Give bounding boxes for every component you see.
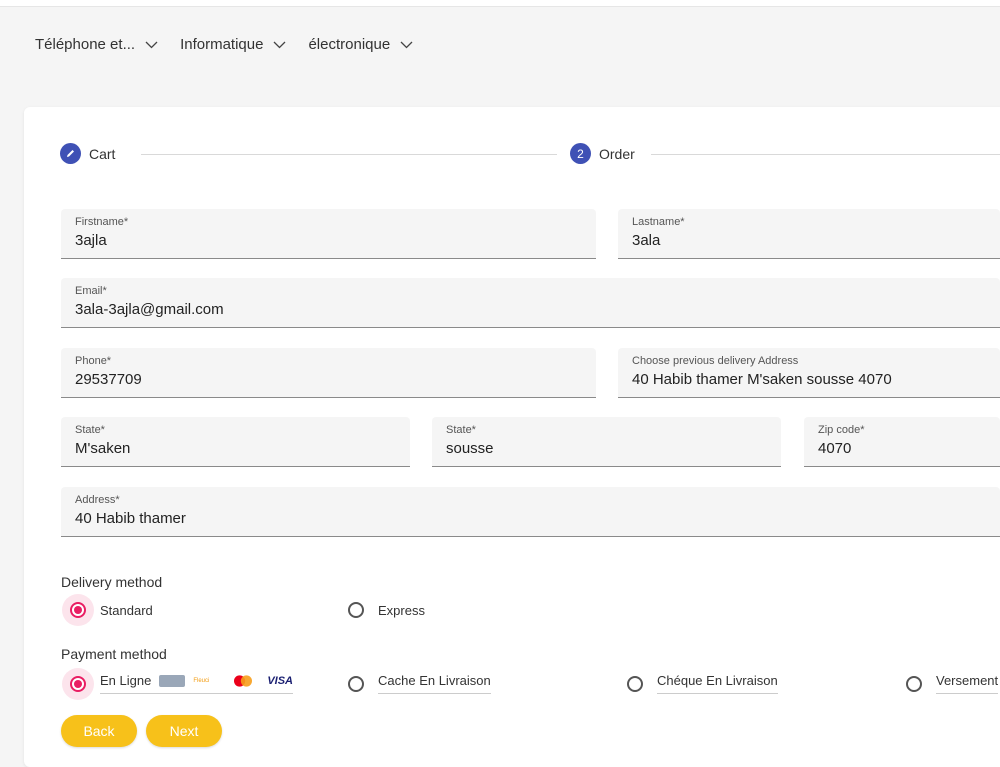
next-button[interactable]: Next [146, 715, 222, 747]
radio-label: Chéque En Livraison [657, 673, 778, 694]
lastname-field[interactable]: Lastname* 3ala [618, 209, 1000, 259]
field-value: 3ajla [75, 232, 107, 249]
nav-item-telephone[interactable]: Téléphone et... [35, 36, 158, 53]
step-connector [651, 154, 1000, 155]
radio-circle [70, 675, 86, 692]
step-connector [141, 154, 557, 155]
state-field[interactable]: State* M'saken [61, 417, 410, 467]
radio-label: Express [378, 602, 425, 618]
field-label: State* [446, 424, 476, 436]
field-value: 3ala [632, 232, 661, 249]
visa-logo-icon: VISA [267, 674, 294, 687]
radio-circle [70, 602, 86, 618]
radio-circle [348, 602, 364, 618]
stepper: Cart 2 Order [60, 143, 1000, 165]
radio-cheque-en-livraison[interactable]: Chéque En Livraison [627, 673, 778, 694]
field-value: 3ala-3ajla@gmail.com [75, 301, 224, 318]
radio-versement[interactable]: Versement [906, 673, 999, 694]
field-label: Choose previous delivery Address [632, 355, 799, 367]
step-number: 2 [570, 143, 591, 164]
nav-item-label: Informatique [180, 36, 264, 53]
previous-address-select[interactable]: Choose previous delivery Address 40 Habi… [618, 348, 1000, 398]
category-nav: Téléphone et... Informatique électroniqu… [35, 36, 435, 53]
step-label: Order [599, 145, 635, 162]
field-label: Zip code* [818, 424, 865, 436]
radio-circle [627, 675, 643, 692]
email-field[interactable]: Email* 3ala-3ajla@gmail.com [61, 278, 1000, 328]
field-value: sousse [446, 440, 494, 457]
field-label: Lastname* [632, 216, 685, 228]
zip-code-field[interactable]: Zip code* 4070 [804, 417, 1000, 467]
payment-method-title: Payment method [61, 646, 167, 662]
field-value: 40 Habib thamer M'saken sousse 4070 [632, 371, 892, 388]
radio-circle [906, 675, 922, 692]
step-cart[interactable]: Cart [60, 143, 115, 164]
nav-item-label: Téléphone et... [35, 36, 136, 53]
radio-express[interactable]: Express [348, 602, 425, 618]
radio-standard[interactable]: Standard [70, 602, 153, 618]
field-value: M'saken [75, 440, 131, 457]
back-button[interactable]: Back [61, 715, 137, 747]
nav-item-label: électronique [308, 36, 391, 53]
field-label: Email* [75, 285, 107, 297]
step-order[interactable]: 2 Order [570, 143, 635, 164]
field-label: Phone* [75, 355, 112, 367]
field-value: 40 Habib thamer [75, 510, 186, 527]
chevron-down-icon [274, 41, 286, 48]
address-field[interactable]: Address* 40 Habib thamer [61, 487, 1000, 537]
delivery-method-title: Delivery method [61, 574, 163, 590]
en-ligne-label-group: En Ligne Fleuci VISA [100, 673, 294, 694]
radio-label: Versement [936, 673, 999, 694]
pencil-icon [60, 143, 81, 164]
card-logo-icon [159, 674, 186, 687]
field-label: State* [75, 424, 105, 436]
radio-cache-en-livraison[interactable]: Cache En Livraison [348, 673, 491, 694]
firstname-field[interactable]: Firstname* 3ajla [61, 209, 596, 259]
step-label: Cart [89, 145, 116, 162]
field-value: 4070 [818, 440, 852, 457]
mastercard-logo-icon [234, 674, 253, 687]
field-value: 29537709 [75, 371, 142, 388]
chevron-down-icon [145, 41, 158, 48]
phone-field[interactable]: Phone* 29537709 [61, 348, 596, 398]
field-label: Firstname* [75, 216, 129, 228]
radio-en-ligne[interactable]: En Ligne Fleuci VISA [70, 673, 294, 694]
radio-label: Cache En Livraison [378, 673, 491, 694]
fleuci-logo-icon: Fleuci [193, 674, 222, 687]
radio-label: Standard [100, 602, 153, 618]
radio-label: En Ligne [100, 673, 152, 688]
chevron-down-icon [400, 41, 413, 48]
radio-circle [348, 675, 364, 692]
nav-item-informatique[interactable]: Informatique [180, 36, 286, 53]
state-field-2[interactable]: State* sousse [432, 417, 781, 467]
nav-item-electronique[interactable]: électronique [308, 36, 413, 53]
top-bar [0, 0, 1000, 7]
field-label: Address* [75, 494, 120, 506]
